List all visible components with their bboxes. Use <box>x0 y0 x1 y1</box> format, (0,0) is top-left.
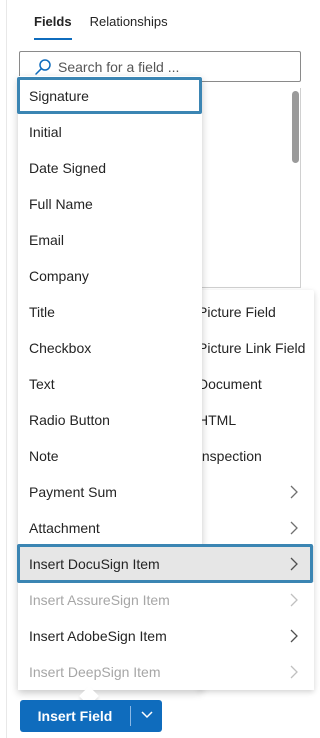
menu-item-insert-docusign[interactable]: Insert DocuSign Item <box>18 546 314 582</box>
list-item-group[interactable] <box>198 510 314 546</box>
menu-item-signature[interactable]: Signature <box>18 78 202 114</box>
list-item[interactable]: Document <box>198 366 314 402</box>
list-item[interactable]: Picture Link Field <box>198 330 314 366</box>
list-item[interactable]: Inspection <box>198 438 314 474</box>
chevron-down-icon <box>140 707 154 725</box>
search-icon <box>32 56 54 78</box>
menu-item-initial[interactable]: Initial <box>18 114 202 150</box>
chevron-right-icon <box>288 664 300 680</box>
menu-item-date-signed[interactable]: Date Signed <box>18 150 202 186</box>
menu-item-note[interactable]: Note <box>18 438 202 474</box>
search-input[interactable] <box>58 58 288 75</box>
tab-relationships[interactable]: Relationships <box>90 0 168 40</box>
chevron-right-icon <box>288 484 300 500</box>
menu-item-email[interactable]: Email <box>18 222 202 258</box>
menu-item-full-name[interactable]: Full Name <box>18 186 202 222</box>
menu-item-label: Insert DocuSign Item <box>29 556 160 572</box>
chevron-right-icon <box>288 628 300 644</box>
menu-item-label: Insert AdobeSign Item <box>29 628 167 644</box>
chevron-right-icon <box>288 592 300 608</box>
menu-item-payment-sum[interactable]: Payment Sum <box>18 474 202 510</box>
scrollbar-thumb[interactable] <box>292 91 299 163</box>
tab-bar: Fields Relationships <box>22 0 168 40</box>
menu-item-text[interactable]: Text <box>18 366 202 402</box>
menu-item-attachment[interactable]: Attachment <box>18 510 202 546</box>
menu-item-label: Insert AssureSign Item <box>29 592 170 608</box>
tab-fields[interactable]: Fields <box>34 0 72 40</box>
menu-item-title[interactable]: Title <box>18 294 202 330</box>
menu-item-label: Insert DeepSign Item <box>29 664 161 680</box>
chevron-right-icon <box>288 556 300 572</box>
chevron-right-icon <box>288 520 300 536</box>
insert-field-button[interactable]: Insert Field <box>20 700 130 732</box>
menu-item-radio-button[interactable]: Radio Button <box>18 402 202 438</box>
menu-item-company[interactable]: Company <box>18 258 202 294</box>
menu-item-insert-deepsign: Insert DeepSign Item <box>18 654 314 690</box>
insert-field-dropdown-button[interactable] <box>131 700 162 732</box>
list-item[interactable]: HTML <box>198 402 314 438</box>
panel-left-border <box>6 0 7 738</box>
field-list-panel <box>200 88 301 288</box>
list-item-group[interactable] <box>198 474 314 510</box>
list-item[interactable]: Picture Field <box>198 294 314 330</box>
menu-item-insert-adobesign[interactable]: Insert AdobeSign Item <box>18 618 314 654</box>
insert-field-split-button: Insert Field <box>20 700 162 732</box>
menu-item-checkbox[interactable]: Checkbox <box>18 330 202 366</box>
menu-item-insert-assuresign: Insert AssureSign Item <box>18 582 314 618</box>
